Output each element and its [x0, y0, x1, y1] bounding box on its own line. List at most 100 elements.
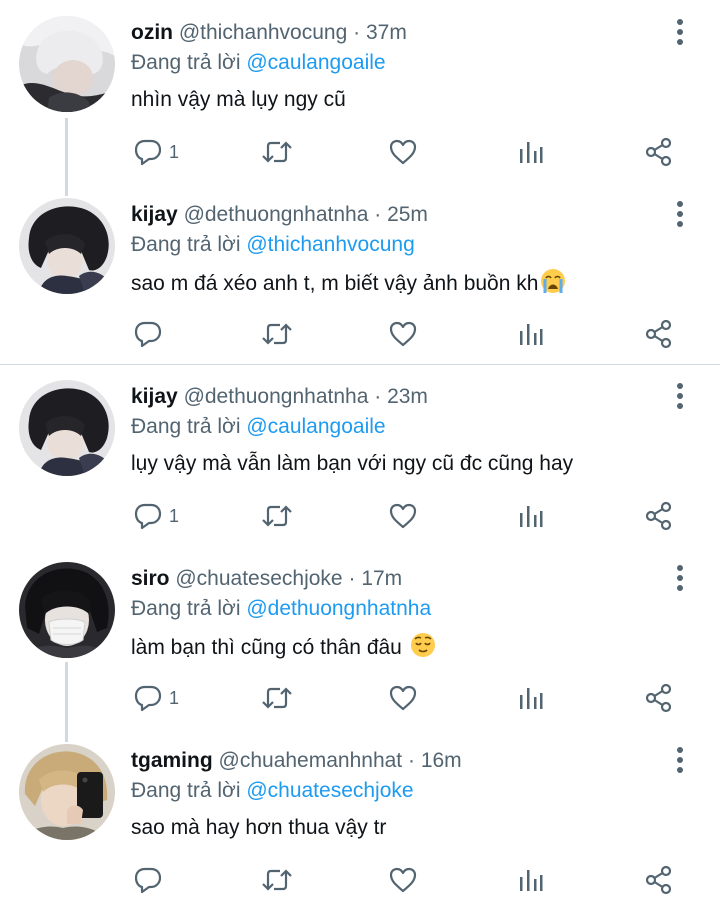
- replying-label: Đang trả lời: [131, 415, 241, 438]
- mention-link[interactable]: @caulangoaile: [246, 415, 385, 438]
- tweet-header: kijay @dethuongnhatnha · 23m: [131, 384, 428, 410]
- retweet-button[interactable]: [260, 498, 294, 534]
- tweet-1[interactable]: kijay @dethuongnhatnha · 25m Đang trả lờ…: [0, 182, 720, 364]
- action-bar: 1: [0, 680, 720, 720]
- share-button[interactable]: [644, 134, 674, 170]
- mention-link[interactable]: @dethuongnhatnha: [246, 597, 431, 620]
- views-button[interactable]: [517, 862, 545, 898]
- share-icon: [645, 501, 672, 531]
- display-name[interactable]: tgaming: [131, 749, 213, 772]
- more-options-button[interactable]: [668, 380, 692, 412]
- user-handle[interactable]: @dethuongnhatnha: [184, 385, 369, 408]
- timestamp[interactable]: 25m: [387, 203, 428, 226]
- more-options-button[interactable]: [668, 562, 692, 594]
- display-name[interactable]: ozin: [131, 21, 173, 44]
- retweet-button[interactable]: [260, 316, 294, 352]
- reply-button[interactable]: 1: [133, 134, 179, 170]
- tweet-header: kijay @dethuongnhatnha · 25m: [131, 202, 428, 228]
- reply-button[interactable]: 1: [133, 498, 179, 534]
- timestamp[interactable]: 16m: [421, 749, 462, 772]
- timestamp[interactable]: 17m: [361, 567, 402, 590]
- avatar[interactable]: [19, 380, 115, 476]
- tweet-3[interactable]: siro @chuatesechjoke · 17m Đang trả lời …: [0, 546, 720, 728]
- avatar-dark-hair-image: [19, 198, 115, 294]
- mention-link[interactable]: @thichanhvocung: [246, 233, 414, 256]
- share-button[interactable]: [644, 316, 674, 352]
- relieved-face-emoji: [410, 632, 436, 666]
- user-handle[interactable]: @chuahemanhnhat: [219, 749, 403, 772]
- retweet-icon: [262, 141, 292, 163]
- reply-button[interactable]: [133, 862, 169, 898]
- like-button[interactable]: [388, 680, 418, 716]
- avatar[interactable]: [19, 562, 115, 658]
- retweet-button[interactable]: [260, 134, 294, 170]
- like-button[interactable]: [388, 862, 418, 898]
- heart-icon: [389, 867, 417, 893]
- retweet-button[interactable]: [260, 680, 294, 716]
- tweet-2[interactable]: kijay @dethuongnhatnha · 23m Đang trả lờ…: [0, 364, 720, 546]
- reply-icon: [134, 139, 162, 166]
- more-options-button[interactable]: [668, 198, 692, 230]
- more-options-button[interactable]: [668, 16, 692, 48]
- separator-dot: ·: [374, 385, 382, 408]
- avatar[interactable]: [19, 744, 115, 840]
- views-button[interactable]: [517, 316, 545, 352]
- more-options-button[interactable]: [668, 744, 692, 776]
- user-handle[interactable]: @chuatesechjoke: [175, 567, 342, 590]
- tweet-4[interactable]: tgaming @chuahemanhnhat · 16m Đang trả l…: [0, 728, 720, 907]
- tweet-header: tgaming @chuahemanhnhat · 16m: [131, 748, 462, 774]
- like-button[interactable]: [388, 316, 418, 352]
- tweet-header: ozin @thichanhvocung · 37m: [131, 20, 407, 46]
- avatar-white-hair-image: [19, 16, 115, 112]
- analytics-icon: [520, 870, 543, 891]
- avatar[interactable]: [19, 198, 115, 294]
- display-name[interactable]: siro: [131, 567, 170, 590]
- mention-link[interactable]: @chuatesechjoke: [246, 779, 413, 802]
- user-handle[interactable]: @thichanhvocung: [179, 21, 347, 44]
- crying-face-emoji: [540, 268, 566, 302]
- timestamp[interactable]: 37m: [366, 21, 407, 44]
- tweet-header: siro @chuatesechjoke · 17m: [131, 566, 402, 592]
- tweet-text: sao m đá xéo anh t, m biết vậy ảnh buồn …: [131, 268, 566, 302]
- analytics-icon: [520, 142, 543, 163]
- reply-button[interactable]: [133, 316, 169, 352]
- share-button[interactable]: [644, 680, 674, 716]
- display-name[interactable]: kijay: [131, 203, 178, 226]
- analytics-icon: [520, 506, 543, 527]
- views-button[interactable]: [517, 498, 545, 534]
- share-icon: [645, 683, 672, 713]
- views-button[interactable]: [517, 134, 545, 170]
- tweet-0[interactable]: ozin @thichanhvocung · 37m Đang trả lời …: [0, 0, 720, 182]
- replying-to: Đang trả lời @chuatesechjoke: [131, 778, 414, 804]
- action-bar: 1: [0, 134, 720, 174]
- share-icon: [645, 319, 672, 349]
- user-handle[interactable]: @dethuongnhatnha: [184, 203, 369, 226]
- timestamp[interactable]: 23m: [387, 385, 428, 408]
- heart-icon: [389, 321, 417, 347]
- replying-label: Đang trả lời: [131, 779, 241, 802]
- avatar-mask-image: [19, 562, 115, 658]
- separator-dot: ·: [407, 749, 415, 772]
- share-button[interactable]: [644, 862, 674, 898]
- display-name[interactable]: kijay: [131, 385, 178, 408]
- tweet-text-content: lụy vậy mà vẫn làm bạn với ngy cũ đc cũn…: [131, 452, 574, 475]
- more-vertical-icon: [677, 565, 683, 591]
- heart-icon: [389, 139, 417, 165]
- views-button[interactable]: [517, 680, 545, 716]
- action-bar: [0, 862, 720, 902]
- like-button[interactable]: [388, 498, 418, 534]
- retweet-button[interactable]: [260, 862, 294, 898]
- retweet-icon: [262, 687, 292, 709]
- avatar-dark-hair-image: [19, 380, 115, 476]
- reply-icon: [134, 867, 162, 894]
- mention-link[interactable]: @caulangoaile: [246, 51, 385, 74]
- avatar[interactable]: [19, 16, 115, 112]
- reply-icon: [134, 503, 162, 530]
- more-vertical-icon: [677, 747, 683, 773]
- like-button[interactable]: [388, 134, 418, 170]
- more-vertical-icon: [677, 19, 683, 45]
- share-button[interactable]: [644, 498, 674, 534]
- heart-icon: [389, 503, 417, 529]
- reply-button[interactable]: 1: [133, 680, 179, 716]
- separator-dot: ·: [374, 203, 382, 226]
